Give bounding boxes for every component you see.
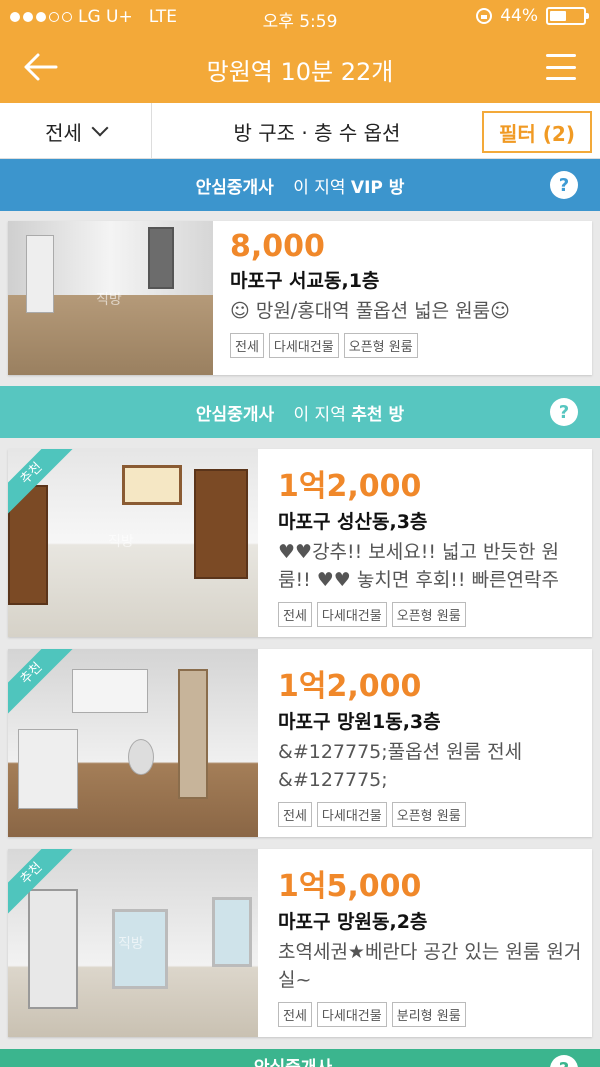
- nav-bar: 망원역 10분 22개: [0, 34, 600, 103]
- listing-info: 8,000 마포구 서교동,1층 ☺ 망원/홍대역 풀옵션 넓은 원룸☺ 전세 …: [230, 229, 510, 358]
- filter-bar: 전세 방 구조 · 층 수 옵션 필터 (2): [0, 103, 600, 159]
- tag: 오픈형 원룸: [343, 333, 418, 358]
- status-right: 44%: [476, 6, 589, 26]
- listing-card[interactable]: 직방 추천 1억2,000 마포구 성산동,3층 ♥♥강추!! 보세요!! 넓고…: [8, 449, 592, 637]
- recommended-section-label: 안심중개사 이 지역 추천 방: [0, 400, 600, 425]
- listing-card[interactable]: 추천 1억2,000 마포구 망원1동,3층 &#127775;풀옵션 원룸 전…: [8, 649, 592, 837]
- tag: 전세: [278, 602, 312, 627]
- filter-button[interactable]: 필터 (2): [482, 111, 592, 153]
- listing-tags: 전세 다세대건물 오픈형 원룸: [230, 333, 510, 358]
- listing-price: 1억2,000: [278, 669, 422, 704]
- chevron-down-icon: [91, 119, 109, 137]
- section-text: 이 지역: [293, 405, 346, 425]
- hamburger-menu-icon[interactable]: [546, 54, 576, 80]
- tag: 오픈형 원룸: [391, 602, 466, 627]
- listing-description: ♥♥강추!! 보세요!! 넓고 반듯한 원룸!! ♥♥ 놓치면 후회!! 빠른연…: [278, 541, 559, 591]
- brand-label: 안심중개사: [195, 178, 274, 198]
- brand-label: 안심중개사: [195, 405, 275, 425]
- help-icon[interactable]: ?: [550, 171, 578, 199]
- tag: 다세대건물: [316, 602, 387, 627]
- brand-label: 안심중개사: [254, 1058, 332, 1067]
- section-text: 이 지역: [293, 178, 346, 198]
- deal-type-label: 전세: [45, 120, 82, 145]
- listing-card[interactable]: 직방 8,000 마포구 서교동,1층 ☺ 망원/홍대역 풀옵션 넓은 원룸☺ …: [8, 221, 592, 375]
- listing-description: 초역세권★베란다 공간 있는 원룸 원거실~: [278, 941, 582, 991]
- listing-tags: 전세 다세대건물 분리형 원룸: [278, 1002, 588, 1027]
- watermark: 직방: [118, 936, 144, 952]
- listing-location: 마포구 망원1동,3층: [278, 711, 441, 733]
- listing-info: 1억5,000 마포구 망원동,2층 초역세권★베란다 공간 있는 원룸 원거실…: [278, 861, 588, 1027]
- room-photo: [8, 649, 258, 837]
- tag: 전세: [278, 802, 312, 827]
- status-bar: LG U+ LTE 오후 5:59 44%: [0, 0, 600, 34]
- vip-section-label: 안심중개사 이 지역 VIP 방: [0, 173, 600, 198]
- tag: 다세대건물: [316, 1002, 387, 1027]
- next-section-label: 안심중개사: [0, 1053, 600, 1067]
- listing-description: &#127775;풀옵션 원룸 전세 &#127775;: [278, 741, 523, 791]
- room-photo: 직방: [8, 221, 213, 375]
- room-options-button[interactable]: 방 구조 · 층 수 옵션: [152, 103, 482, 159]
- room-photo: 직방: [8, 849, 258, 1037]
- app-header: LG U+ LTE 오후 5:59 44% 망원역 10분 22개: [0, 0, 600, 103]
- help-icon[interactable]: ?: [550, 398, 578, 426]
- listing-info: 1억2,000 마포구 망원1동,3층 &#127775;풀옵션 원룸 전세 &…: [278, 661, 588, 827]
- listing-price: 1억2,000: [278, 469, 422, 504]
- rotation-lock-icon: [476, 8, 493, 24]
- listing-location: 마포구 성산동,3층: [278, 511, 428, 533]
- battery-percent: 44%: [500, 6, 538, 26]
- tag: 전세: [278, 1002, 312, 1027]
- listing-price: 8,000: [230, 229, 325, 264]
- listing-tags: 전세 다세대건물 오픈형 원룸: [278, 602, 588, 627]
- listing-description: ☺ 망원/홍대역 풀옵션 넓은 원룸☺: [230, 300, 510, 322]
- battery-icon: [546, 7, 589, 25]
- listing-card[interactable]: 직방 추천 1억5,000 마포구 망원동,2층 초역세권★베란다 공간 있는 …: [8, 849, 592, 1037]
- page-title: 망원역 10분 22개: [206, 58, 394, 86]
- tag: 분리형 원룸: [391, 1002, 466, 1027]
- recommended-section-header: 안심중개사 이 지역 추천 방 ?: [0, 386, 600, 438]
- watermark: 직방: [96, 292, 122, 308]
- tag: 다세대건물: [268, 333, 339, 358]
- section-emphasis: VIP 방: [350, 178, 405, 198]
- tag: 다세대건물: [316, 802, 387, 827]
- tag: 오픈형 원룸: [391, 802, 466, 827]
- listing-info: 1억2,000 마포구 성산동,3층 ♥♥강추!! 보세요!! 넓고 반듯한 원…: [278, 461, 588, 627]
- listing-tags: 전세 다세대건물 오픈형 원룸: [278, 802, 588, 827]
- listing-location: 마포구 망원동,2층: [278, 911, 428, 933]
- watermark: 직방: [108, 534, 134, 550]
- room-photo: 직방: [8, 449, 258, 637]
- listing-location: 마포구 서교동,1층: [230, 270, 380, 292]
- vip-section-header: 안심중개사 이 지역 VIP 방 ?: [0, 159, 600, 211]
- next-section-header: 안심중개사 ?: [0, 1049, 600, 1067]
- deal-type-dropdown[interactable]: 전세: [0, 103, 152, 159]
- section-emphasis: 추천 방: [351, 405, 405, 425]
- listing-price: 1억5,000: [278, 869, 422, 904]
- tag: 전세: [230, 333, 264, 358]
